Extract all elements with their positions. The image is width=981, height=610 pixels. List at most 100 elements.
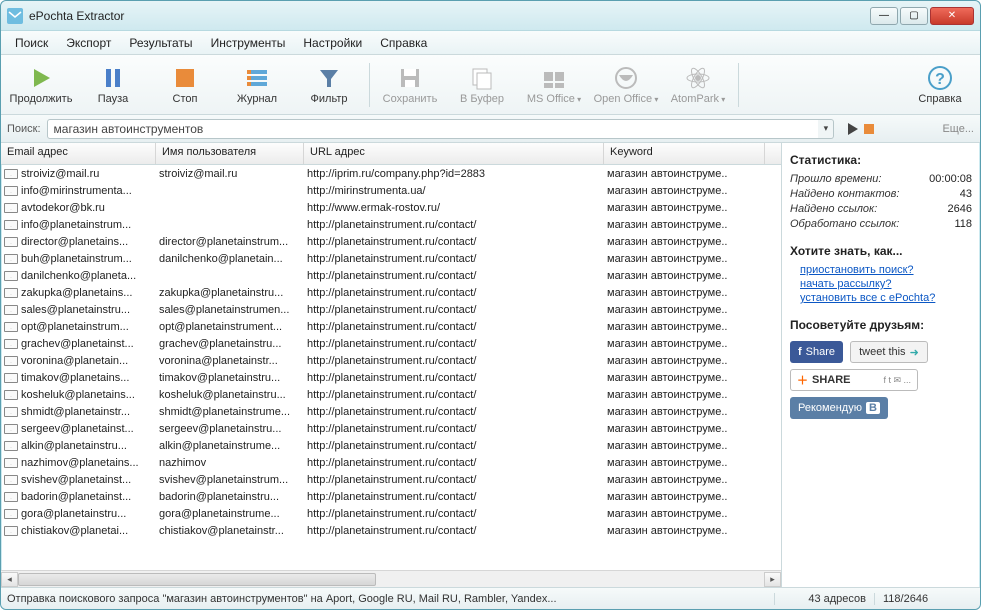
table-row[interactable]: badorin@planetainst...badorin@planetains… <box>1 488 781 505</box>
table-row[interactable]: shmidt@planetainstr...shmidt@planetainst… <box>1 403 781 420</box>
cell-email: kosheluk@planetains... <box>1 389 156 401</box>
stop-icon <box>172 65 198 91</box>
scroll-track[interactable] <box>18 572 764 587</box>
table-row[interactable]: svishev@planetainst...svishev@planetains… <box>1 471 781 488</box>
table-row[interactable]: info@mirinstrumenta...http://mirinstrume… <box>1 182 781 199</box>
toolbar-openoffice-button[interactable]: Open Office ▾ <box>590 57 662 113</box>
table-row[interactable]: gora@planetainstru...gora@planetainstrum… <box>1 505 781 522</box>
table-row[interactable]: grachev@planetainst...grachev@planetains… <box>1 335 781 352</box>
table-row[interactable]: director@planetains...director@planetain… <box>1 233 781 250</box>
toolbar-filter-button[interactable]: Фильтр <box>293 57 365 113</box>
table-row[interactable]: sales@planetainstru...sales@planetainstr… <box>1 301 781 318</box>
howto-link-1[interactable]: начать рассылку? <box>800 278 962 290</box>
table-body[interactable]: stroiviz@mail.rustroiviz@mail.ruhttp://i… <box>1 165 781 570</box>
cell-keyword: магазин автоинструме.. <box>604 355 781 367</box>
menu-4[interactable]: Настройки <box>295 34 370 52</box>
cell-url: http://planetainstrument.ru/contact/ <box>304 457 604 469</box>
table-row[interactable]: voronina@planetain...voronina@planetains… <box>1 352 781 369</box>
table-row[interactable]: alkin@planetainstru...alkin@planetainstr… <box>1 437 781 454</box>
toolbar-buffer-button[interactable]: В Буфер <box>446 57 518 113</box>
toolbar-msoffice-button[interactable]: MS Office ▾ <box>518 57 590 113</box>
share-facebook-button[interactable]: f Share <box>790 341 843 363</box>
play-icon[interactable] <box>846 122 860 136</box>
table-row[interactable]: stroiviz@mail.rustroiviz@mail.ruhttp://i… <box>1 165 781 182</box>
msoffice-icon <box>541 65 567 91</box>
share-vk-button[interactable]: Рекомендую B <box>790 397 888 419</box>
toolbar-save-button[interactable]: Сохранить <box>374 57 446 113</box>
table-row[interactable]: zakupka@planetains...zakupka@planetainst… <box>1 284 781 301</box>
elapsed-label: Прошло времени: <box>790 173 881 185</box>
cell-url: http://planetainstrument.ru/contact/ <box>304 474 604 486</box>
toolbar-journal-button[interactable]: Журнал <box>221 57 293 113</box>
cell-keyword: магазин автоинструме.. <box>604 338 781 350</box>
toolbar-continue-button[interactable]: Продолжить <box>5 57 77 113</box>
scroll-thumb[interactable] <box>18 573 376 586</box>
cell-user: alkin@planetainstrume... <box>156 440 304 452</box>
cell-email: danilchenko@planeta... <box>1 270 156 282</box>
table-row[interactable]: kosheluk@planetains...kosheluk@planetain… <box>1 386 781 403</box>
horizontal-scrollbar[interactable]: ◂ ▸ <box>1 570 781 587</box>
table-row[interactable]: danilchenko@planeta...http://planetainst… <box>1 267 781 284</box>
cell-url: http://planetainstrument.ru/contact/ <box>304 253 604 265</box>
table-row[interactable]: chistiakov@planetai...chistiakov@planeta… <box>1 522 781 539</box>
share-addthis-button[interactable]: ＋ SHARE f t ✉ ... <box>790 369 918 391</box>
cell-url: http://planetainstrument.ru/contact/ <box>304 304 604 316</box>
cell-url: http://planetainstrument.ru/contact/ <box>304 287 604 299</box>
status-addresses: 43 адресов <box>774 593 874 605</box>
cell-user: opt@planetainstrument... <box>156 321 304 333</box>
minimize-button[interactable]: — <box>870 7 898 25</box>
table-row[interactable]: sergeev@planetainst...sergeev@planetains… <box>1 420 781 437</box>
menu-2[interactable]: Результаты <box>121 34 200 52</box>
toolbar-pause-button[interactable]: Пауза <box>77 57 149 113</box>
cell-keyword: магазин автоинструме.. <box>604 270 781 282</box>
scroll-right-icon[interactable]: ▸ <box>764 572 781 587</box>
menu-5[interactable]: Справка <box>372 34 435 52</box>
cell-email: chistiakov@planetai... <box>1 525 156 537</box>
cell-email: opt@planetainstrum... <box>1 321 156 333</box>
cell-keyword: магазин автоинструме.. <box>604 185 781 197</box>
scroll-left-icon[interactable]: ◂ <box>1 572 18 587</box>
links-label: Найдено ссылок: <box>790 203 877 215</box>
journal-icon <box>244 65 270 91</box>
search-input[interactable] <box>47 119 822 139</box>
menu-1[interactable]: Экспорт <box>58 34 119 52</box>
buffer-icon <box>469 65 495 91</box>
cell-url: http://planetainstrument.ru/contact/ <box>304 372 604 384</box>
share-twitter-button[interactable]: tweet this ➜ <box>850 341 928 363</box>
table-row[interactable]: timakov@planetains...timakov@planetainst… <box>1 369 781 386</box>
search-dropdown[interactable]: ▾ <box>818 119 834 139</box>
mail-icon <box>4 288 18 298</box>
stop-icon[interactable] <box>862 122 876 136</box>
table-row[interactable]: buh@planetainstrum...danilchenko@planeta… <box>1 250 781 267</box>
maximize-button[interactable]: ▢ <box>900 7 928 25</box>
cell-keyword: магазин автоинструме.. <box>604 474 781 486</box>
table-row[interactable]: nazhimov@planetains...nazhimovhttp://pla… <box>1 454 781 471</box>
cell-user: chistiakov@planetainstr... <box>156 525 304 537</box>
close-button[interactable]: ✕ <box>930 7 974 25</box>
mail-icon <box>4 186 18 196</box>
table-row[interactable]: info@planetainstrum...http://planetainst… <box>1 216 781 233</box>
cell-user: stroiviz@mail.ru <box>156 168 304 180</box>
table-row[interactable]: avtodekor@bk.ruhttp://www.ermak-rostov.r… <box>1 199 781 216</box>
menu-3[interactable]: Инструменты <box>203 34 294 52</box>
cell-user: danilchenko@planetain... <box>156 253 304 265</box>
col-email[interactable]: Email адрес <box>1 143 156 164</box>
mail-icon <box>4 373 18 383</box>
cell-keyword: магазин автоинструме.. <box>604 406 781 418</box>
toolbar-atompark-button[interactable]: AtomPark ▾ <box>662 57 734 113</box>
toolbar-help-button[interactable]: ?Справка <box>904 57 976 113</box>
menu-0[interactable]: Поиск <box>7 34 56 52</box>
toolbar-label: AtomPark ▾ <box>671 93 726 105</box>
toolbar-label: Open Office ▾ <box>594 93 659 105</box>
col-user[interactable]: Имя пользователя <box>156 143 304 164</box>
content-area: Email адрес Имя пользователя URL адрес K… <box>1 143 980 587</box>
toolbar-stop-button[interactable]: Стоп <box>149 57 221 113</box>
howto-link-2[interactable]: установить все с ePochta? <box>800 292 962 304</box>
toolbar-label: Сохранить <box>383 93 438 105</box>
more-link[interactable]: Еще... <box>942 123 974 135</box>
col-url[interactable]: URL адрес <box>304 143 604 164</box>
howto-link-0[interactable]: приостановить поиск? <box>800 264 962 276</box>
table-row[interactable]: opt@planetainstrum...opt@planetainstrume… <box>1 318 781 335</box>
col-keyword[interactable]: Keyword <box>604 143 765 164</box>
mail-icon <box>4 220 18 230</box>
